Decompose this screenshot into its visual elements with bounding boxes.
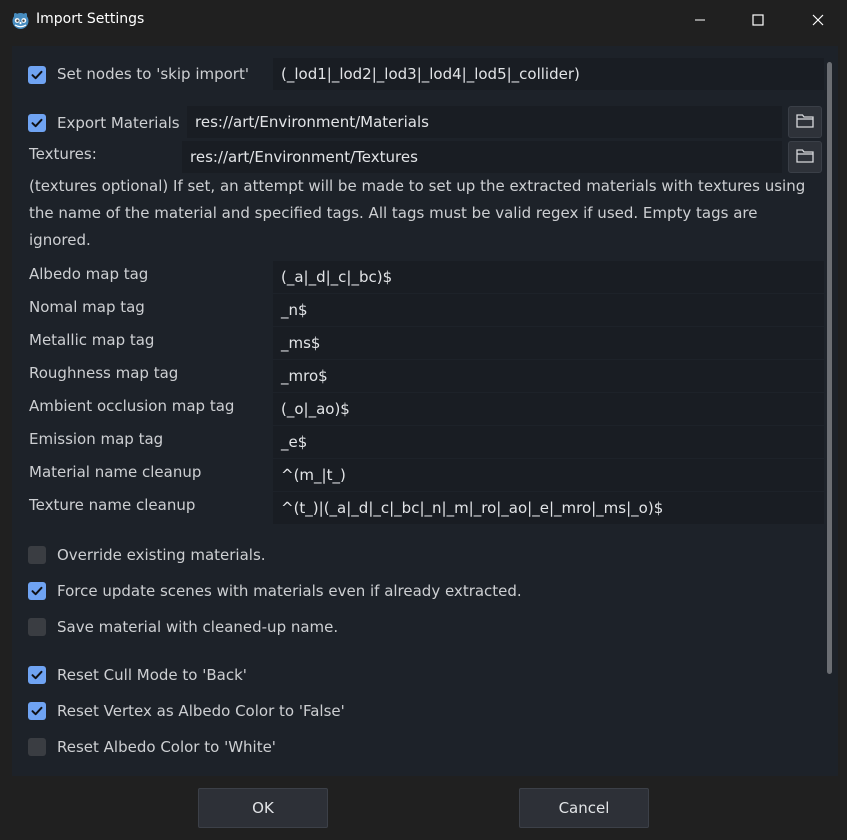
- maximize-icon: [752, 14, 764, 26]
- reset-cull-mode-checkbox[interactable]: [28, 666, 46, 684]
- tag-label: Roughness map tag: [29, 364, 179, 382]
- tag-label: Emission map tag: [29, 430, 164, 448]
- minimize-button[interactable]: [671, 0, 729, 40]
- materials-path-field[interactable]: res://art/Environment/Materials: [187, 106, 782, 138]
- tag-field[interactable]: (_a|_d|_c|_bc)$: [273, 261, 824, 293]
- maximize-button[interactable]: [729, 0, 787, 40]
- folder-icon: [796, 148, 814, 167]
- tag-field[interactable]: _mro$: [273, 360, 824, 392]
- reset-vertex-color-checkbox[interactable]: [28, 702, 46, 720]
- ok-button[interactable]: OK: [198, 788, 328, 828]
- close-icon: [812, 14, 824, 26]
- close-button[interactable]: [789, 0, 847, 40]
- tag-field[interactable]: (_o|_ao)$: [273, 393, 824, 425]
- skip-import-label: Set nodes to 'skip import': [57, 65, 249, 83]
- godot-icon: [11, 11, 30, 30]
- option-label: Force update scenes with materials even …: [57, 582, 522, 600]
- tag-field[interactable]: ^(t_)|(_a|_d|_c|_bc|_n|_m|_ro|_ao|_e|_mr…: [273, 492, 824, 524]
- tag-field[interactable]: _ms$: [273, 327, 824, 359]
- scrollbar-thumb[interactable]: [827, 62, 832, 674]
- textures-label: Textures:: [29, 145, 97, 163]
- tag-label: Ambient occlusion map tag: [29, 397, 235, 415]
- override-materials-checkbox[interactable]: [28, 546, 46, 564]
- folder-icon: [796, 113, 814, 132]
- tag-label: Albedo map tag: [29, 265, 149, 283]
- tag-field[interactable]: _e$: [273, 426, 824, 458]
- materials-browse-button[interactable]: [788, 106, 822, 138]
- option-label: Override existing materials.: [57, 546, 266, 564]
- save-cleaned-name-checkbox[interactable]: [28, 618, 46, 636]
- scrollbar[interactable]: [838, 106, 844, 810]
- reset-option-label: Reset Cull Mode to 'Back': [57, 666, 247, 684]
- window-title: Import Settings: [36, 11, 145, 27]
- reset-option-label: Reset Albedo Color to 'White': [57, 738, 276, 756]
- skip-import-field[interactable]: (_lod1|_lod2|_lod3|_lod4|_lod5|_collider…: [273, 58, 824, 90]
- tag-label: Metallic map tag: [29, 331, 155, 349]
- force-update-checkbox[interactable]: [28, 582, 46, 600]
- export-materials-label: Export Materials: [57, 114, 180, 132]
- minimize-icon: [694, 14, 706, 26]
- skip-import-checkbox[interactable]: [28, 66, 46, 84]
- tag-field[interactable]: _n$: [273, 294, 824, 326]
- reset-albedo-color-checkbox[interactable]: [28, 738, 46, 756]
- textures-browse-button[interactable]: [788, 141, 822, 173]
- reset-option-label: Reset Vertex as Albedo Color to 'False': [57, 702, 345, 720]
- tag-label: Nomal map tag: [29, 298, 145, 316]
- tag-label: Texture name cleanup: [29, 496, 196, 514]
- option-label: Save material with cleaned-up name.: [57, 618, 339, 636]
- tag-field[interactable]: ^(m_|t_): [273, 459, 824, 491]
- cancel-button[interactable]: Cancel: [519, 788, 649, 828]
- settings-panel: Set nodes to 'skip import' (_lod1|_lod2|…: [12, 46, 838, 776]
- textures-path-field[interactable]: res://art/Environment/Textures: [182, 141, 782, 173]
- textures-description: (textures optional) If set, an attempt w…: [29, 177, 806, 249]
- export-materials-checkbox[interactable]: [28, 114, 46, 132]
- tag-label: Material name cleanup: [29, 463, 202, 481]
- title-bar[interactable]: Import Settings: [0, 0, 847, 40]
